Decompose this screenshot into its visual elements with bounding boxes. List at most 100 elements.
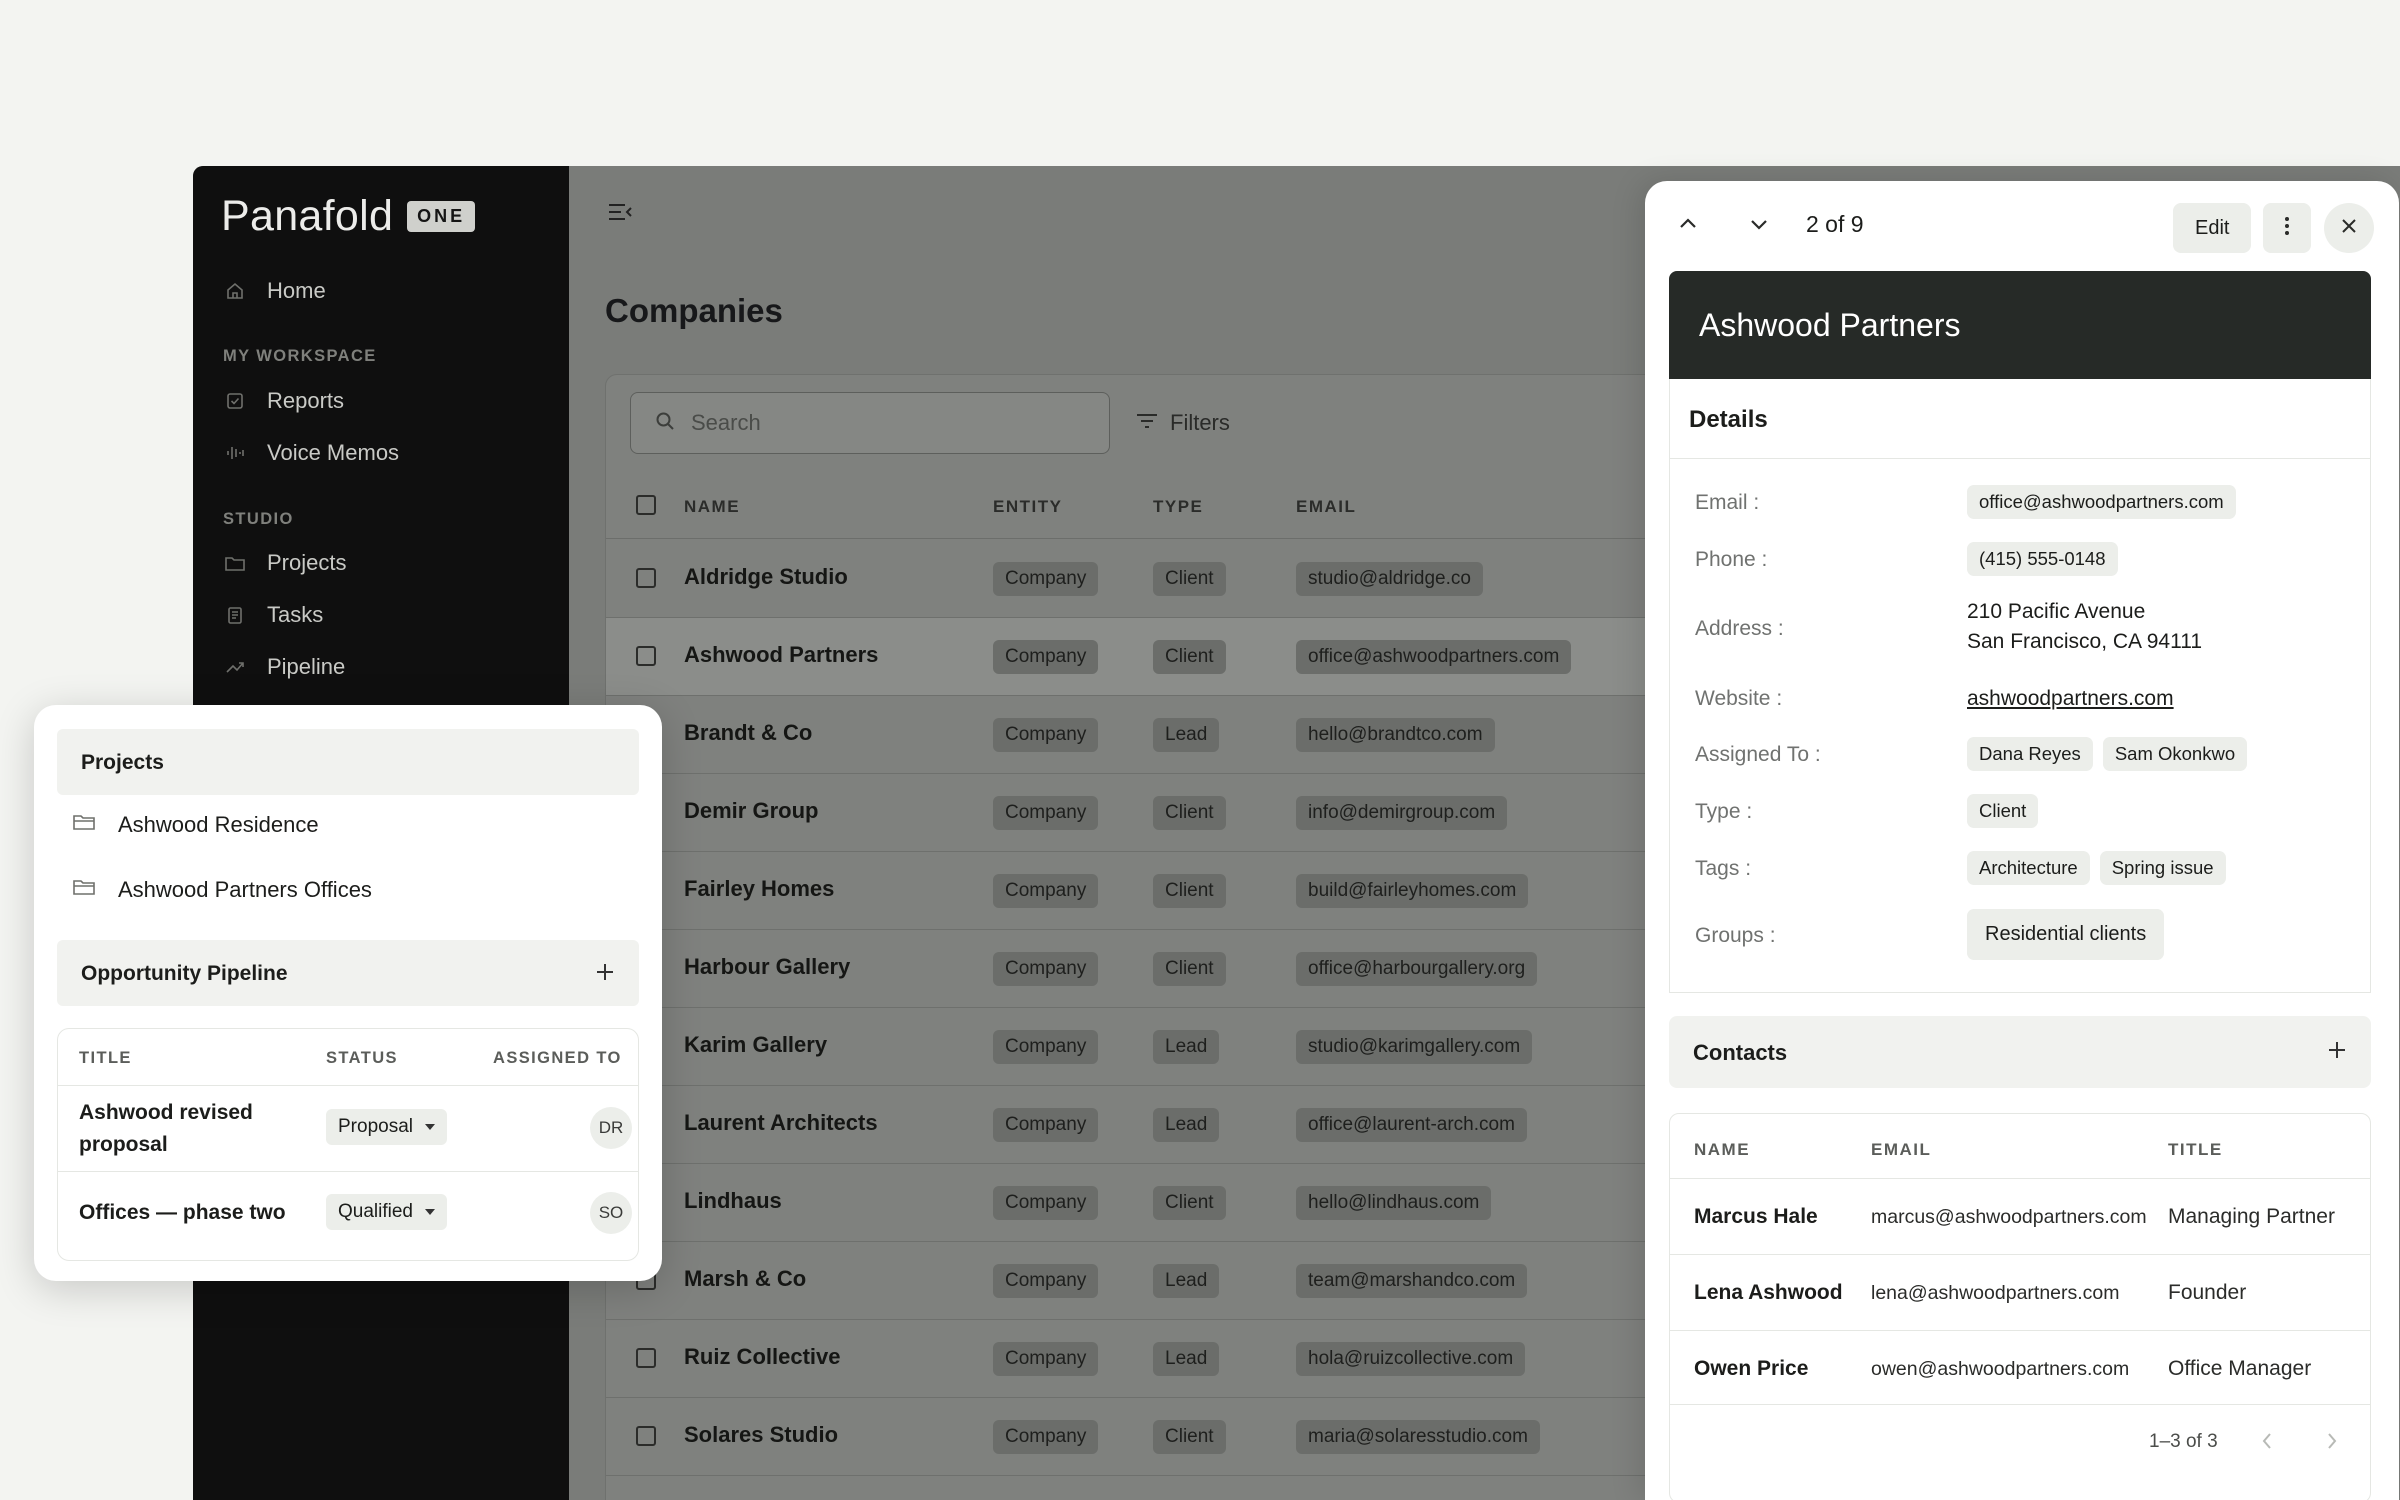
status-dropdown[interactable]: Proposal	[326, 1109, 447, 1145]
contact-email: lena@ashwoodpartners.com	[1871, 1282, 2120, 1304]
chevron-up-icon[interactable]	[1677, 213, 1699, 240]
contact-row[interactable]: Lena Ashwood lena@ashwoodpartners.com Fo…	[1670, 1254, 2370, 1330]
tag-chip[interactable]: Architecture	[1967, 851, 2090, 885]
status-dropdown[interactable]: Qualified	[326, 1194, 447, 1230]
assignee-chip[interactable]: Dana Reyes	[1967, 737, 2093, 771]
website-label: Website :	[1695, 687, 1783, 710]
email-badge: info@demirgroup.com	[1296, 796, 1508, 830]
sidebar-item-reports[interactable]: Reports	[223, 388, 344, 414]
logo: Panafold ONE	[221, 192, 476, 241]
table-row[interactable]: Ashwood Partners Company Client office@ashw…	[606, 618, 1804, 696]
collapse-menu-icon[interactable]	[607, 201, 633, 228]
contact-title: Office Manager	[2168, 1357, 2312, 1380]
email-badge: hola@ruizcollective.com	[1296, 1342, 1526, 1376]
tag-chip[interactable]: Spring issue	[2099, 851, 2226, 885]
avatar[interactable]: SO	[590, 1192, 632, 1234]
type-badge: Client	[1153, 1420, 1226, 1454]
column-header-name[interactable]: NAME	[684, 497, 740, 517]
sidebar-item-projects[interactable]: Projects	[223, 550, 346, 576]
sidebar-item-label: Pipeline	[267, 654, 346, 679]
sidebar-item-label: Projects	[267, 550, 347, 575]
avatar[interactable]: DR	[590, 1107, 632, 1149]
type-badge: Lead	[1153, 1108, 1220, 1142]
opportunity-row[interactable]: Offices — phase two Qualified SO	[58, 1171, 638, 1255]
group-chip[interactable]: Residential clients	[1967, 909, 2165, 960]
entity-badge: Company	[993, 718, 1099, 752]
caret-down-icon	[425, 1124, 435, 1130]
entity-badge: Company	[993, 1420, 1099, 1454]
project-item[interactable]: Ashwood Residence	[72, 812, 319, 838]
chevron-left-icon[interactable]	[2260, 1431, 2274, 1456]
search-input[interactable]: Search	[630, 392, 1110, 454]
table-row[interactable]: Brandt & Co Company Lead hello@brandtco.com	[606, 696, 1804, 774]
phone-chip[interactable]: (415) 555-0148	[1967, 542, 2118, 576]
row-checkbox[interactable]	[636, 1426, 656, 1446]
email-badge: office@laurent-arch.com	[1296, 1108, 1527, 1142]
table-row[interactable]: Fairley Homes Company Client build@fairleyh…	[606, 852, 1804, 930]
record-counter: 2 of 9	[1806, 211, 1864, 237]
opportunities-table: TITLE STATUS ASSIGNED TO Ashwood revised…	[57, 1028, 639, 1261]
add-contact-icon[interactable]	[2327, 1040, 2347, 1065]
sidebar-item-tasks[interactable]: Tasks	[223, 602, 323, 628]
website-link[interactable]: ashwoodpartners.com	[1967, 687, 2174, 711]
filters-button[interactable]: Filters	[1136, 410, 1230, 436]
address-label: Address :	[1695, 617, 1784, 640]
contacts-table: NAME EMAIL TITLE Marcus Hale marcus@ashw…	[1669, 1113, 2371, 1500]
phone-value: (415) 555-0148	[1967, 542, 2128, 576]
table-row[interactable]: Ruiz Collective Company Lead hola@ruizcolle…	[606, 1320, 1804, 1398]
opportunity-title-line: proposal	[79, 1133, 168, 1156]
section-my-workspace: MY WORKSPACE	[223, 347, 377, 365]
table-row[interactable]: Lindhaus Company Client hello@lindhaus.com	[606, 1164, 1804, 1242]
table-row[interactable]: Karim Gallery Company Lead studio@karimgall…	[606, 1008, 1804, 1086]
table-row[interactable]: Harbour Gallery Company Client office@harbo…	[606, 930, 1804, 1008]
entity-badge: Company	[993, 1030, 1099, 1064]
contact-title: Managing Partner	[2168, 1205, 2335, 1228]
type-value: Client	[1967, 794, 2048, 828]
home-icon	[223, 279, 247, 303]
table-row[interactable]: Solares Studio Company Client maria@solares…	[606, 1398, 1804, 1476]
edit-button[interactable]: Edit	[2173, 203, 2252, 253]
type-badge: Client	[1153, 796, 1226, 830]
sidebar-item-home[interactable]: Home	[223, 278, 326, 304]
close-icon	[2341, 218, 2357, 239]
opportunity-row[interactable]: Ashwood revised proposal Proposal DR	[58, 1085, 638, 1171]
type-chip[interactable]: Client	[1967, 794, 2039, 828]
row-checkbox[interactable]	[636, 646, 656, 666]
chevron-right-icon[interactable]	[2325, 1431, 2339, 1456]
assignee-chip[interactable]: Sam Okonkwo	[2102, 737, 2248, 771]
sidebar-item-voice-memos[interactable]: Voice Memos	[223, 440, 399, 466]
chevron-down-icon[interactable]	[1748, 213, 1770, 240]
column-header-email[interactable]: EMAIL	[1296, 497, 1356, 517]
type-badge: Lead	[1153, 718, 1220, 752]
sidebar-item-pipeline[interactable]: Pipeline	[223, 654, 345, 680]
type-badge: Lead	[1153, 1030, 1220, 1064]
assigned-value: Dana Reyes Sam Okonkwo	[1967, 737, 2257, 771]
caret-down-icon	[425, 1209, 435, 1215]
opportunity-title: Offices — phase two	[79, 1197, 286, 1229]
close-button[interactable]	[2324, 203, 2374, 253]
column-header-entity[interactable]: ENTITY	[993, 497, 1062, 517]
company-name-cell: Solares Studio	[684, 1422, 839, 1447]
tags-label: Tags :	[1695, 857, 1752, 880]
select-all-checkbox[interactable]	[636, 495, 656, 515]
address-line-1: 210 Pacific Avenue	[1967, 600, 2146, 623]
projects-title: Projects	[81, 751, 164, 774]
table-row[interactable]: Marsh & Co Company Lead team@marshandco.com	[606, 1242, 1804, 1320]
row-checkbox[interactable]	[636, 1348, 656, 1368]
add-opportunity-icon[interactable]	[595, 962, 615, 987]
status-value: Proposal	[338, 1116, 413, 1137]
project-name: Ashwood Partners Offices	[118, 877, 372, 902]
table-row[interactable]: Demir Group Company Client info@demirgroup.…	[606, 774, 1804, 852]
email-chip[interactable]: office@ashwoodpartners.com	[1967, 485, 2236, 519]
contact-row[interactable]: Owen Price owen@ashwoodpartners.com Offi…	[1670, 1330, 2370, 1406]
company-name-cell: Brandt & Co	[684, 720, 813, 745]
table-row[interactable]: Laurent Architects Company Lead office@laur…	[606, 1086, 1804, 1164]
column-header-type[interactable]: TYPE	[1153, 497, 1203, 517]
table-row[interactable]: Aldridge Studio Company Client studio@aldri…	[606, 540, 1804, 618]
project-item[interactable]: Ashwood Partners Offices	[72, 877, 372, 903]
company-name-cell: Harbour Gallery	[684, 954, 851, 979]
type-label: Type :	[1695, 800, 1753, 823]
contact-row[interactable]: Marcus Hale marcus@ashwoodpartners.com M…	[1670, 1178, 2370, 1254]
row-checkbox[interactable]	[636, 568, 656, 588]
more-options-button[interactable]	[2263, 203, 2311, 253]
